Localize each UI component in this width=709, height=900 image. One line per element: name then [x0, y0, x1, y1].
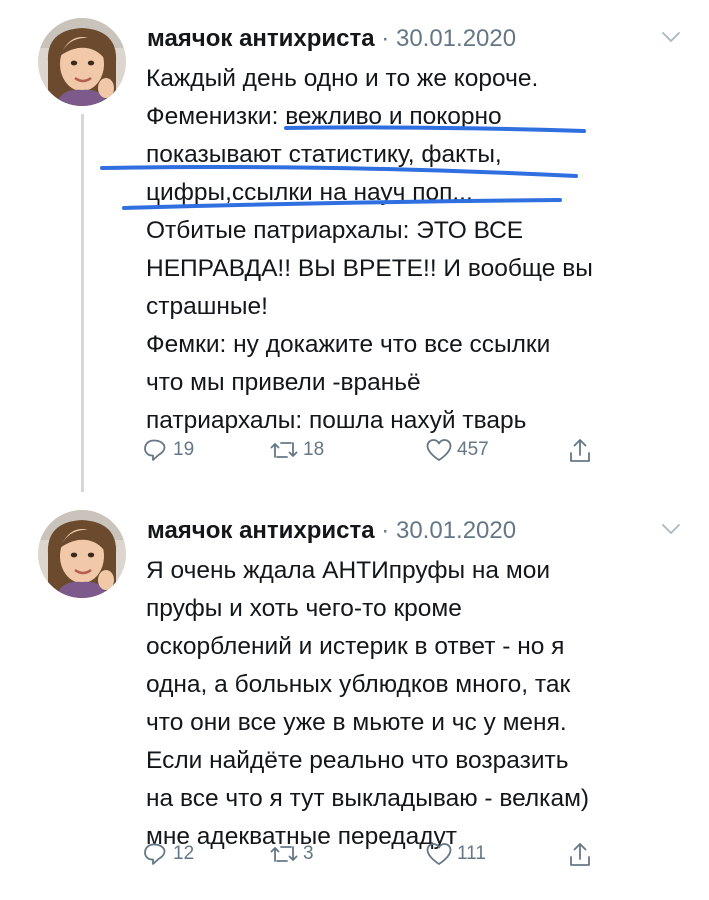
- tweet-header: маячок антихриста · 30.01.2020: [147, 22, 516, 56]
- share-button[interactable]: [568, 837, 596, 871]
- like-count: 111: [457, 843, 486, 864]
- tweet-text-line: Фемки: ну докажите что все ссылки: [146, 331, 551, 358]
- tweet-text-line: Феменизки: вежливо и покорно: [146, 103, 502, 130]
- retweet-icon: [270, 442, 298, 458]
- tweet-text-line: что они все уже в мьюте и чс у меня.: [146, 709, 567, 736]
- tweet-card[interactable]: маячок антихриста · 30.01.2020 Я очень ж…: [0, 492, 709, 900]
- tweet-text-line: что мы привели -враньё: [146, 369, 421, 396]
- tweet-text-line: оскорблений и истерик в ответ - но я: [146, 633, 565, 660]
- tweet-text-line: Каждый день одно и то же короче.: [146, 65, 539, 92]
- author-name[interactable]: маячок антихриста: [147, 25, 375, 52]
- avatar[interactable]: [38, 510, 126, 598]
- reply-count: 12: [173, 843, 195, 864]
- tweet-text-line: показывают статистику, факты,: [146, 141, 502, 168]
- heart-icon: [426, 843, 452, 865]
- like-button[interactable]: 457: [425, 433, 489, 467]
- chevron-down-icon[interactable]: [660, 26, 682, 48]
- tweet-card[interactable]: маячок антихриста · 30.01.2020 Каждый де…: [0, 0, 709, 492]
- tweet-actions: 12 3 111: [143, 837, 623, 871]
- tweet-text-line: Я очень ждала АНТИпруфы на мои: [146, 557, 551, 584]
- retweet-button[interactable]: 18: [269, 433, 324, 467]
- separator-dot: ·: [381, 517, 390, 544]
- reply-icon: [144, 439, 166, 461]
- retweet-icon: [270, 846, 298, 862]
- reply-button[interactable]: 12: [143, 837, 194, 871]
- tweet-date[interactable]: 30.01.2020: [396, 25, 516, 52]
- tweet-text-line: на все что я тут выкладываю - велкам): [146, 785, 590, 812]
- retweet-count: 3: [303, 843, 314, 864]
- tweet-text-line: пруфы и хоть чего-то кроме: [146, 595, 462, 622]
- share-icon: [570, 843, 590, 866]
- share-icon: [570, 439, 590, 462]
- tweet-date[interactable]: 30.01.2020: [396, 517, 516, 544]
- retweet-count: 18: [303, 439, 325, 460]
- tweet-header: маячок антихриста · 30.01.2020: [147, 514, 516, 548]
- reply-button[interactable]: 19: [143, 433, 194, 467]
- tweet-text-line: цифры,ссылки на науч поп...: [146, 179, 473, 206]
- retweet-button[interactable]: 3: [269, 837, 314, 871]
- chevron-down-icon[interactable]: [660, 518, 682, 540]
- tweet-text-line: Если найдёте реально что возразить: [146, 747, 569, 774]
- separator-dot: ·: [381, 25, 390, 52]
- author-name[interactable]: маячок антихриста: [147, 517, 375, 544]
- tweet-text: Каждый день одно и то же короче. Фемениз…: [146, 60, 686, 440]
- share-button[interactable]: [568, 433, 596, 467]
- tweet-actions: 19 18 457: [143, 433, 623, 467]
- reply-count: 19: [173, 439, 195, 460]
- tweet-text-line: страшные!: [146, 293, 268, 320]
- avatar[interactable]: [38, 18, 126, 106]
- tweet-text-line: Отбитые патриархалы: ЭТО ВСЕ: [146, 217, 524, 244]
- like-button[interactable]: 111: [425, 837, 486, 871]
- tweet-text-line: НЕПРАВДА!! ВЫ ВРЕТЕ!! И вообще вы: [146, 255, 593, 282]
- tweet-text-line: одна, а больных ублюдков много, так: [146, 671, 571, 698]
- thread-connector-line: [81, 114, 84, 492]
- heart-icon: [426, 439, 452, 461]
- reply-icon: [144, 843, 166, 865]
- tweet-text: Я очень ждала АНТИпруфы на мои пруфы и х…: [146, 552, 686, 856]
- like-count: 457: [457, 439, 489, 460]
